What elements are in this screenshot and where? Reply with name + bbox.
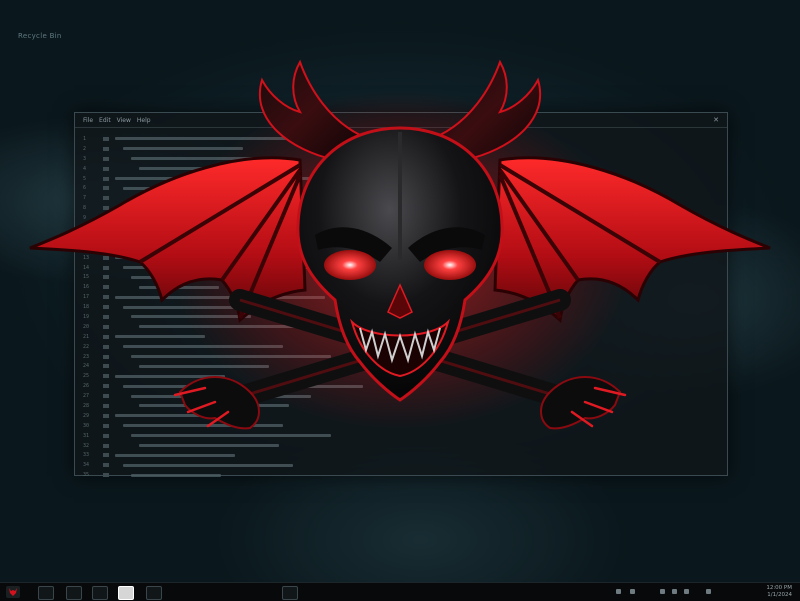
files-app-icon[interactable] — [38, 586, 54, 600]
clock-time: 12:00 PM — [766, 585, 792, 591]
network-icon[interactable] — [616, 589, 621, 594]
right-wing — [493, 156, 771, 324]
notification-icon[interactable] — [672, 589, 677, 594]
desktop: Recycle Bin File Edit View Help ✕ 123456… — [0, 0, 800, 582]
horned-skull-bat-wings-icon — [29, 59, 771, 430]
devil-start-icon[interactable] — [6, 586, 20, 598]
settings-icon[interactable] — [706, 589, 711, 594]
browser-app-icon[interactable] — [66, 586, 82, 600]
left-wing — [29, 156, 307, 324]
left-eye — [324, 250, 376, 280]
clock-date: 1/1/2024 — [767, 592, 792, 598]
pinned-app-icon[interactable] — [282, 586, 298, 600]
right-eye — [424, 250, 476, 280]
taskbar: 12:00 PM 1/1/2024 — [0, 582, 800, 601]
media-app-icon[interactable] — [118, 586, 134, 600]
terminal-app-icon[interactable] — [146, 586, 162, 600]
battery-icon[interactable] — [660, 589, 665, 594]
volume-icon[interactable] — [630, 589, 635, 594]
keyboard-icon[interactable] — [684, 589, 689, 594]
chat-app-icon[interactable] — [92, 586, 108, 600]
taskbar-clock[interactable]: 12:00 PM 1/1/2024 — [766, 585, 792, 599]
